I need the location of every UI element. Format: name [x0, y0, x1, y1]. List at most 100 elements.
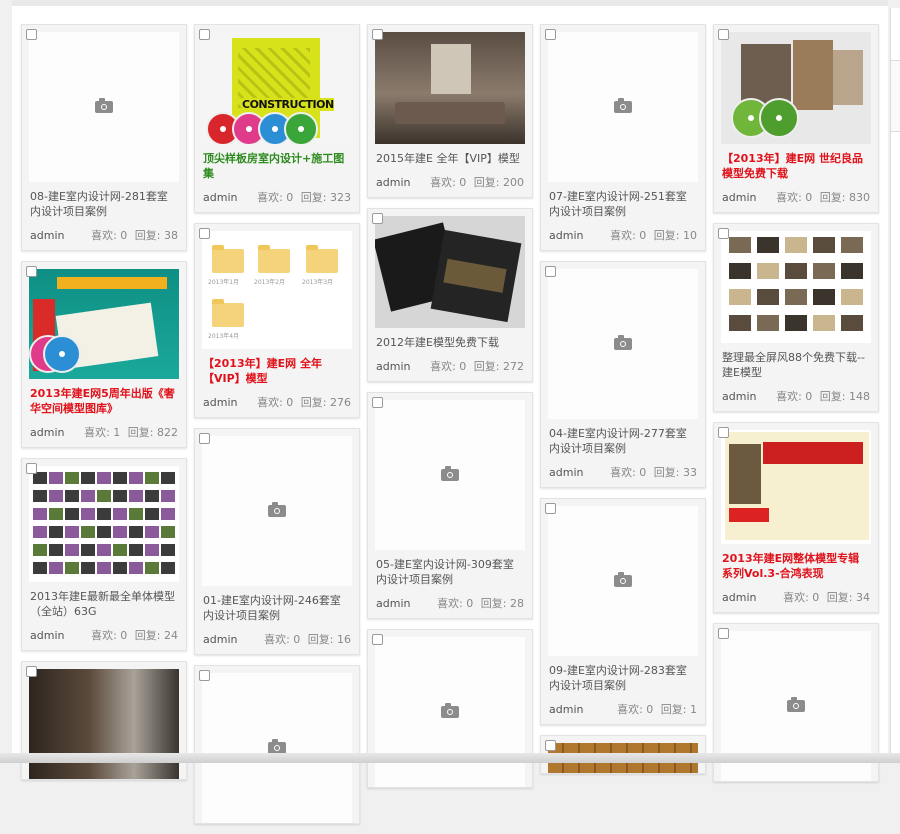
select-checkbox[interactable] — [199, 670, 210, 681]
select-checkbox[interactable] — [372, 634, 383, 645]
select-checkbox[interactable] — [372, 29, 383, 40]
post-title[interactable]: 整理最全屏风88个免费下载--建E模型 — [722, 350, 870, 380]
select-checkbox[interactable] — [718, 228, 729, 239]
post-title[interactable]: 08-建E室内设计网-281套室内设计项目案例 — [30, 189, 178, 219]
post-thumbnail[interactable] — [721, 430, 871, 544]
select-checkbox[interactable] — [372, 213, 383, 224]
post-thumbnail[interactable] — [375, 32, 525, 144]
post-thumbnail[interactable] — [29, 269, 179, 379]
post-author[interactable]: admin — [376, 596, 410, 612]
likes-count: 喜欢: 0 — [430, 176, 467, 189]
post-title[interactable]: 09-建E室内设计网-283套室内设计项目案例 — [549, 663, 697, 693]
post-card[interactable] — [194, 665, 360, 824]
post-thumbnail[interactable] — [375, 400, 525, 550]
post-author[interactable]: admin — [30, 425, 64, 441]
post-title[interactable]: 【2013年】建E网 全年【VIP】模型 — [203, 356, 351, 386]
post-card[interactable]: 整理最全屏风88个免费下载--建E模型 admin 喜欢: 0 回复: 148 — [713, 223, 879, 412]
select-checkbox[interactable] — [199, 433, 210, 444]
disc-icon — [43, 335, 81, 373]
post-author[interactable]: admin — [549, 702, 583, 718]
post-card[interactable]: 04-建E室内设计网-277套室内设计项目案例 admin 喜欢: 0 回复: … — [540, 261, 706, 488]
post-title[interactable]: 07-建E室内设计网-251套室内设计项目案例 — [549, 189, 697, 219]
select-checkbox[interactable] — [545, 266, 556, 277]
post-card[interactable]: 2013年建E最新最全单体模型（全站）63G admin 喜欢: 0 回复: 2… — [21, 458, 187, 651]
select-checkbox[interactable] — [26, 266, 37, 277]
post-thumbnail[interactable] — [721, 231, 871, 343]
post-author[interactable]: admin — [549, 228, 583, 244]
post-author[interactable]: admin — [376, 175, 410, 191]
side-tab[interactable] — [891, 60, 900, 132]
post-thumbnail[interactable] — [29, 32, 179, 182]
post-card[interactable]: 2015年建E 全年【VIP】模型 admin 喜欢: 0 回复: 200 — [367, 24, 533, 198]
post-title[interactable]: 2013年建E网整体模型专辑系列Vol.3-合鸿表现 — [722, 551, 870, 581]
select-checkbox[interactable] — [718, 427, 729, 438]
post-card[interactable]: 2013年1月 2013年2月 2013年3月 2013年4月 【2013年】建E网 … — [194, 223, 360, 418]
replies-count: 回复: 822 — [127, 426, 178, 439]
post-thumbnail[interactable]: 2013年1月 2013年2月 2013年3月 2013年4月 — [202, 231, 352, 349]
post-author[interactable]: admin — [203, 632, 237, 648]
post-author[interactable]: admin — [30, 628, 64, 644]
post-card[interactable]: 01-建E室内设计网-246套室内设计项目案例 admin 喜欢: 0 回复: … — [194, 428, 360, 655]
post-title[interactable]: 04-建E室内设计网-277套室内设计项目案例 — [549, 426, 697, 456]
post-thumbnail[interactable] — [548, 32, 698, 182]
post-card[interactable]: CONSTRUCTION 顶尖样板房室内设计+施工图集 admin 喜欢: 0 … — [194, 24, 360, 213]
select-checkbox[interactable] — [545, 503, 556, 514]
select-checkbox[interactable] — [26, 666, 37, 677]
post-card[interactable]: 2013年建E网整体模型专辑系列Vol.3-合鸿表现 admin 喜欢: 0 回… — [713, 422, 879, 613]
select-checkbox[interactable] — [199, 29, 210, 40]
post-stats: 喜欢: 0 回复: 276 — [253, 395, 351, 411]
post-thumbnail[interactable] — [375, 637, 525, 787]
post-author[interactable]: admin — [722, 590, 756, 606]
select-checkbox[interactable] — [545, 740, 556, 751]
post-thumbnail[interactable] — [721, 32, 871, 144]
post-meta: admin 喜欢: 0 回复: 272 — [376, 359, 524, 381]
post-card[interactable]: 05-建E室内设计网-309套室内设计项目案例 admin 喜欢: 0 回复: … — [367, 392, 533, 619]
post-title[interactable]: 2012年建E模型免费下载 — [376, 335, 524, 350]
post-thumbnail[interactable] — [29, 466, 179, 582]
post-title[interactable]: 01-建E室内设计网-246套室内设计项目案例 — [203, 593, 351, 623]
select-checkbox[interactable] — [26, 463, 37, 474]
cover-word: CONSTRUCTION — [242, 98, 334, 111]
post-thumbnail[interactable] — [202, 436, 352, 586]
post-card[interactable]: 2013年建E网5周年出版《奢华空间模型图库》 admin 喜欢: 1 回复: … — [21, 261, 187, 448]
post-author[interactable]: admin — [722, 190, 756, 206]
replies-count: 回复: 323 — [300, 191, 351, 204]
post-card[interactable]: 2012年建E模型免费下载 admin 喜欢: 0 回复: 272 — [367, 208, 533, 382]
likes-count: 喜欢: 0 — [776, 191, 813, 204]
post-title[interactable]: 2013年建E最新最全单体模型（全站）63G — [30, 589, 178, 619]
post-title[interactable]: 【2013年】建E网 世纪良品 模型免费下载 — [722, 151, 870, 181]
select-checkbox[interactable] — [26, 29, 37, 40]
post-thumbnail[interactable] — [548, 506, 698, 656]
select-checkbox[interactable] — [718, 628, 729, 639]
post-title[interactable]: 2013年建E网5周年出版《奢华空间模型图库》 — [30, 386, 178, 416]
post-author[interactable]: admin — [376, 359, 410, 375]
replies-count: 回复: 272 — [473, 360, 524, 373]
folder-icon — [306, 245, 338, 273]
post-thumbnail[interactable]: CONSTRUCTION — [202, 32, 352, 144]
post-author[interactable]: admin — [722, 389, 756, 405]
folder-label: 2013年3月 — [302, 279, 334, 286]
post-card[interactable] — [367, 629, 533, 788]
column-4: 07-建E室内设计网-251套室内设计项目案例 admin 喜欢: 0 回复: … — [540, 24, 706, 784]
post-card[interactable]: 08-建E室内设计网-281套室内设计项目案例 admin 喜欢: 0 回复: … — [21, 24, 187, 251]
post-title[interactable]: 顶尖样板房室内设计+施工图集 — [203, 151, 351, 181]
post-card[interactable]: 09-建E室内设计网-283套室内设计项目案例 admin 喜欢: 0 回复: … — [540, 498, 706, 725]
post-thumbnail[interactable] — [202, 673, 352, 823]
select-checkbox[interactable] — [718, 29, 729, 40]
post-title[interactable]: 2015年建E 全年【VIP】模型 — [376, 151, 524, 166]
post-author[interactable]: admin — [549, 465, 583, 481]
post-author[interactable]: admin — [30, 228, 64, 244]
post-author[interactable]: admin — [203, 190, 237, 206]
post-card[interactable]: 07-建E室内设计网-251套室内设计项目案例 admin 喜欢: 0 回复: … — [540, 24, 706, 251]
column-3: 2015年建E 全年【VIP】模型 admin 喜欢: 0 回复: 200 20… — [367, 24, 533, 798]
post-thumbnail[interactable] — [375, 216, 525, 328]
post-author[interactable]: admin — [203, 395, 237, 411]
replies-count: 回复: 1 — [660, 703, 697, 716]
post-title[interactable]: 05-建E室内设计网-309套室内设计项目案例 — [376, 557, 524, 587]
select-checkbox[interactable] — [372, 397, 383, 408]
select-checkbox[interactable] — [545, 29, 556, 40]
post-thumbnail[interactable] — [548, 269, 698, 419]
post-card[interactable]: 【2013年】建E网 世纪良品 模型免费下载 admin 喜欢: 0 回复: 8… — [713, 24, 879, 213]
select-checkbox[interactable] — [199, 228, 210, 239]
post-meta: admin 喜欢: 0 回复: 10 — [549, 228, 697, 250]
